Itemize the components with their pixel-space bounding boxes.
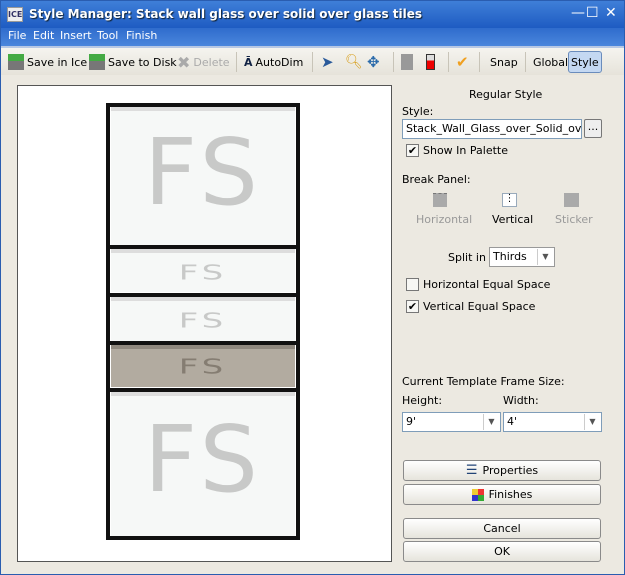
select-pointer-icon[interactable]: ➤ bbox=[321, 53, 334, 71]
autodim-icon: Ā bbox=[244, 55, 253, 69]
autodim-button[interactable]: Ā AutoDim bbox=[244, 53, 303, 71]
width-select[interactable]: 4' ▼ bbox=[503, 412, 602, 432]
save-in-ice-button[interactable]: Save in Ice bbox=[8, 53, 87, 71]
vertical-break-label[interactable]: Vertical bbox=[492, 213, 533, 226]
frame-size-label: Current Template Frame Size: bbox=[402, 375, 565, 388]
split-in-select[interactable]: Thirds ▼ bbox=[489, 247, 555, 267]
height-label: Height: bbox=[402, 394, 443, 407]
color-panel-icon[interactable] bbox=[426, 53, 435, 71]
style-label: Style: bbox=[402, 105, 434, 118]
chevron-down-icon: ▼ bbox=[537, 249, 553, 265]
maximize-icon[interactable]: ☐ bbox=[586, 5, 599, 21]
move-arrows-icon[interactable]: ✥ bbox=[367, 53, 380, 71]
chevron-down-icon: ▼ bbox=[483, 414, 499, 430]
sticker-break-icon[interactable] bbox=[564, 193, 579, 207]
app-icon: ICE bbox=[7, 7, 23, 22]
snap-button[interactable]: Snap bbox=[490, 53, 518, 71]
properties-list-icon: ☰ bbox=[465, 463, 478, 478]
height-select[interactable]: 9' ▼ bbox=[402, 412, 501, 432]
menu-edit[interactable]: Edit bbox=[33, 29, 54, 42]
ok-button[interactable]: OK bbox=[403, 541, 601, 562]
show-in-palette-checkbox[interactable]: ✔ bbox=[406, 144, 419, 157]
delete-x-icon: ✖ bbox=[177, 52, 191, 72]
global-button[interactable]: Global bbox=[533, 53, 568, 71]
minimize-icon[interactable]: — bbox=[571, 5, 585, 21]
solid-panel: FS bbox=[111, 345, 295, 387]
close-icon[interactable]: ✕ bbox=[605, 5, 617, 21]
chevron-down-icon: ▼ bbox=[584, 414, 600, 430]
horizontal-break-icon[interactable] bbox=[433, 193, 447, 207]
break-panel-label: Break Panel: bbox=[402, 173, 471, 186]
cancel-button[interactable]: Cancel bbox=[403, 518, 601, 539]
style-manager-window: ICE Style Manager: Stack wall glass over… bbox=[0, 0, 625, 575]
menu-tool[interactable]: Tool bbox=[97, 29, 118, 42]
horizontal-equal-space-checkbox[interactable] bbox=[406, 278, 419, 291]
show-in-palette-label: Show In Palette bbox=[423, 144, 508, 157]
glass-panel: FS bbox=[111, 249, 295, 292]
style-name-field[interactable]: Stack_Wall_Glass_over_Solid_over_Glass bbox=[402, 119, 582, 139]
vertical-break-icon[interactable]: ⋮ bbox=[502, 193, 517, 207]
delete-button[interactable]: ✖ Delete bbox=[177, 52, 230, 72]
save-icon bbox=[8, 54, 24, 70]
finishes-button[interactable]: Finishes bbox=[403, 484, 601, 505]
menu-finish[interactable]: Finish bbox=[126, 29, 157, 42]
style-preview: FS FS FS FS FS bbox=[17, 85, 392, 562]
finishes-grid-icon bbox=[471, 488, 484, 501]
style-button[interactable]: Style bbox=[568, 51, 602, 73]
glass-panel: FS bbox=[111, 392, 295, 536]
zoom-icon[interactable]: 🔍︎ bbox=[345, 53, 363, 71]
save-to-disk-button[interactable]: Save to Disk bbox=[89, 53, 177, 71]
window-title: Style Manager: Stack wall glass over sol… bbox=[29, 7, 423, 21]
menu-file[interactable]: File bbox=[8, 29, 26, 42]
disk-icon bbox=[89, 54, 105, 70]
wall-frame: FS FS FS FS FS bbox=[106, 103, 300, 540]
browse-button[interactable]: ... bbox=[584, 119, 602, 138]
menu-bar: File Edit Insert Tool Finish bbox=[1, 28, 624, 46]
checkmark-icon[interactable]: ✔ bbox=[456, 53, 469, 71]
sticker-break-label[interactable]: Sticker bbox=[555, 213, 593, 226]
panel-tool-icon[interactable] bbox=[401, 53, 413, 71]
glass-panel: FS bbox=[111, 107, 295, 245]
width-label: Width: bbox=[503, 394, 539, 407]
vertical-equal-space-label: Vertical Equal Space bbox=[423, 300, 536, 313]
menu-insert[interactable]: Insert bbox=[60, 29, 92, 42]
horizontal-break-label[interactable]: Horizontal bbox=[416, 213, 472, 226]
split-in-label: Split in bbox=[448, 251, 486, 264]
toolbar: Save in Ice Save to Disk ✖ Delete Ā AutoDi… bbox=[1, 46, 624, 75]
vertical-equal-space-checkbox[interactable]: ✔ bbox=[406, 300, 419, 313]
style-heading: Regular Style bbox=[469, 88, 543, 101]
glass-panel: FS bbox=[111, 297, 295, 341]
horizontal-equal-space-label: Horizontal Equal Space bbox=[423, 278, 551, 291]
title-bar: ICE Style Manager: Stack wall glass over… bbox=[1, 1, 624, 28]
properties-button[interactable]: ☰ Properties bbox=[403, 460, 601, 481]
